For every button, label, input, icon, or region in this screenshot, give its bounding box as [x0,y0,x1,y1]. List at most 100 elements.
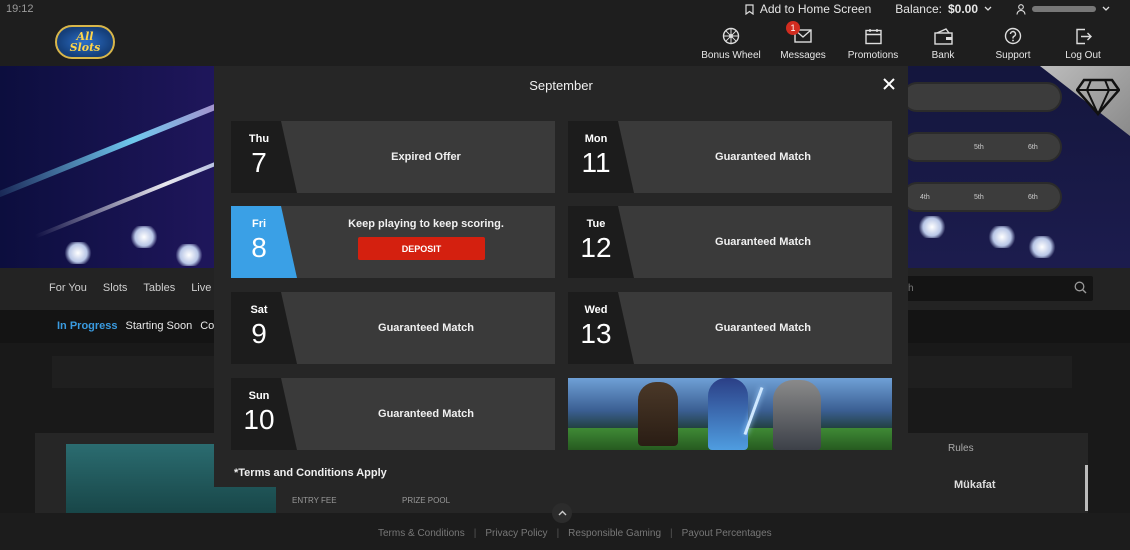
site-logo[interactable]: All Slots [55,25,115,59]
add-to-home-link[interactable]: Add to Home Screen [745,2,871,16]
tab-live[interactable]: Live [191,282,211,294]
day-status: Guaranteed Match [378,408,474,420]
logout-icon [1075,28,1092,44]
separator: | [473,528,477,539]
day-status: Guaranteed Match [715,322,811,334]
footer-links: Terms & Conditions | Privacy Policy | Re… [378,528,772,539]
diamond-decoration [175,244,203,266]
close-icon[interactable] [882,77,896,91]
tier-label: 6th [1028,144,1038,151]
nav-messages[interactable]: 1 Messages [768,21,838,61]
tab-for-you[interactable]: For You [49,282,87,294]
tab-starting-soon[interactable]: Starting Soon [126,320,193,332]
day-card-wed[interactable]: Wed 13 Guaranteed Match [568,292,892,364]
diamond-icon [1076,78,1120,116]
day-status: Expired Offer [391,151,461,163]
tier-label: 4th [920,194,930,201]
chevron-up-icon [558,510,566,516]
day-number: 10 [243,404,275,435]
promo-banner-image[interactable] [568,378,892,450]
day-number: 8 [251,232,267,263]
day-status: Guaranteed Match [715,151,811,163]
promotions-calendar-modal: September Thu 7 Expired Offer Fri 8 Keep… [214,66,908,487]
prize-pool-label: PRIZE POOL [402,496,451,505]
day-card-mon[interactable]: Mon 11 Guaranteed Match [568,121,892,193]
chevron-down-icon [1102,6,1110,11]
nav-logout[interactable]: Log Out [1048,26,1118,61]
nav-label: Log Out [1065,50,1101,61]
nav-label: Bonus Wheel [701,50,761,61]
tier-label: 6th [1028,194,1038,201]
scrollbar[interactable] [1085,465,1088,511]
status-bar: 19:12 Add to Home Screen Balance: $0.00 [0,0,1130,19]
user-menu[interactable] [1016,3,1110,15]
day-number: 11 [581,147,611,178]
clock: 19:12 [6,3,34,15]
tab-in-progress[interactable]: In Progress [57,320,118,332]
day-card-tue[interactable]: Tue 12 Guaranteed Match [568,206,892,278]
nav-bank[interactable]: Bank [908,26,978,61]
day-number: 12 [580,232,612,263]
nav-promotions[interactable]: Promotions [838,26,908,61]
footer-link-responsible[interactable]: Responsible Gaming [568,528,661,539]
tournament-tabs: In Progress Starting Soon Co [57,320,214,332]
entry-fee-label: ENTRY FEE [292,496,337,505]
tier-pill [902,82,1062,112]
day-card-fri[interactable]: Fri 8 Keep playing to keep scoring. DEPO… [231,206,555,278]
day-card-sun[interactable]: Sun 10 Guaranteed Match [231,378,555,450]
day-status: Guaranteed Match [715,236,811,248]
nav-label: Support [995,50,1031,61]
day-status: Guaranteed Match [378,322,474,334]
messages-badge: 1 [786,21,800,35]
diamond-decoration [130,226,158,248]
modal-title: September [529,78,593,93]
calendar-icon [864,28,882,44]
day-card-sat[interactable]: Sat 9 Guaranteed Match [231,292,555,364]
day-status: Keep playing to keep scoring. [348,218,504,230]
day-of-week: Wed [584,304,608,316]
wheel-icon [722,27,740,45]
category-tabs: For You Slots Tables Live [49,282,211,294]
rules-header[interactable]: Rules [948,443,974,454]
nav-label: Promotions [847,50,899,61]
day-of-week: Sat [250,304,268,316]
banner-character [708,378,748,450]
tier-label: 5th [974,144,984,151]
diamond-decoration [918,216,946,238]
scroll-to-top-button[interactable] [552,503,572,523]
deposit-button[interactable]: DEPOSIT [358,237,485,260]
diamond-decoration [988,226,1016,248]
separator: | [556,528,560,539]
search-input[interactable]: ch [895,276,1093,301]
tab-completed[interactable]: Co [200,320,214,332]
day-of-week: Mon [584,133,608,145]
nav-label: Messages [780,50,826,61]
tab-slots[interactable]: Slots [103,282,127,294]
balance-dropdown[interactable]: Balance: $0.00 [895,2,992,16]
terms-note[interactable]: *Terms and Conditions Apply [234,467,387,479]
nav-support[interactable]: Support [978,26,1048,61]
day-card-thu[interactable]: Thu 7 Expired Offer [231,121,555,193]
main-nav: Bonus Wheel 1 Messages Promotions Bank S… [696,21,1118,61]
chevron-down-icon [984,6,992,11]
footer-link-terms[interactable]: Terms & Conditions [378,528,465,539]
banner-character [773,380,821,450]
banner-character [638,382,678,446]
day-of-week: Thu [248,133,270,145]
wallet-icon [933,27,953,45]
footer-link-payout[interactable]: Payout Percentages [682,528,772,539]
day-of-week: Fri [251,218,267,230]
day-number: 13 [580,318,612,349]
header: All Slots Bonus Wheel 1 Messages Promotio… [0,19,1130,66]
separator: | [670,528,673,539]
nav-bonus-wheel[interactable]: Bonus Wheel [696,26,766,61]
tab-tables[interactable]: Tables [143,282,175,294]
footer-link-privacy[interactable]: Privacy Policy [485,528,547,539]
search-icon[interactable] [1074,281,1087,294]
username-masked [1032,6,1096,12]
user-icon [1016,3,1026,15]
day-number: 7 [251,147,267,178]
add-to-home-label: Add to Home Screen [759,2,872,16]
tier-label: 5th [974,194,984,201]
day-of-week: Sun [248,390,270,402]
